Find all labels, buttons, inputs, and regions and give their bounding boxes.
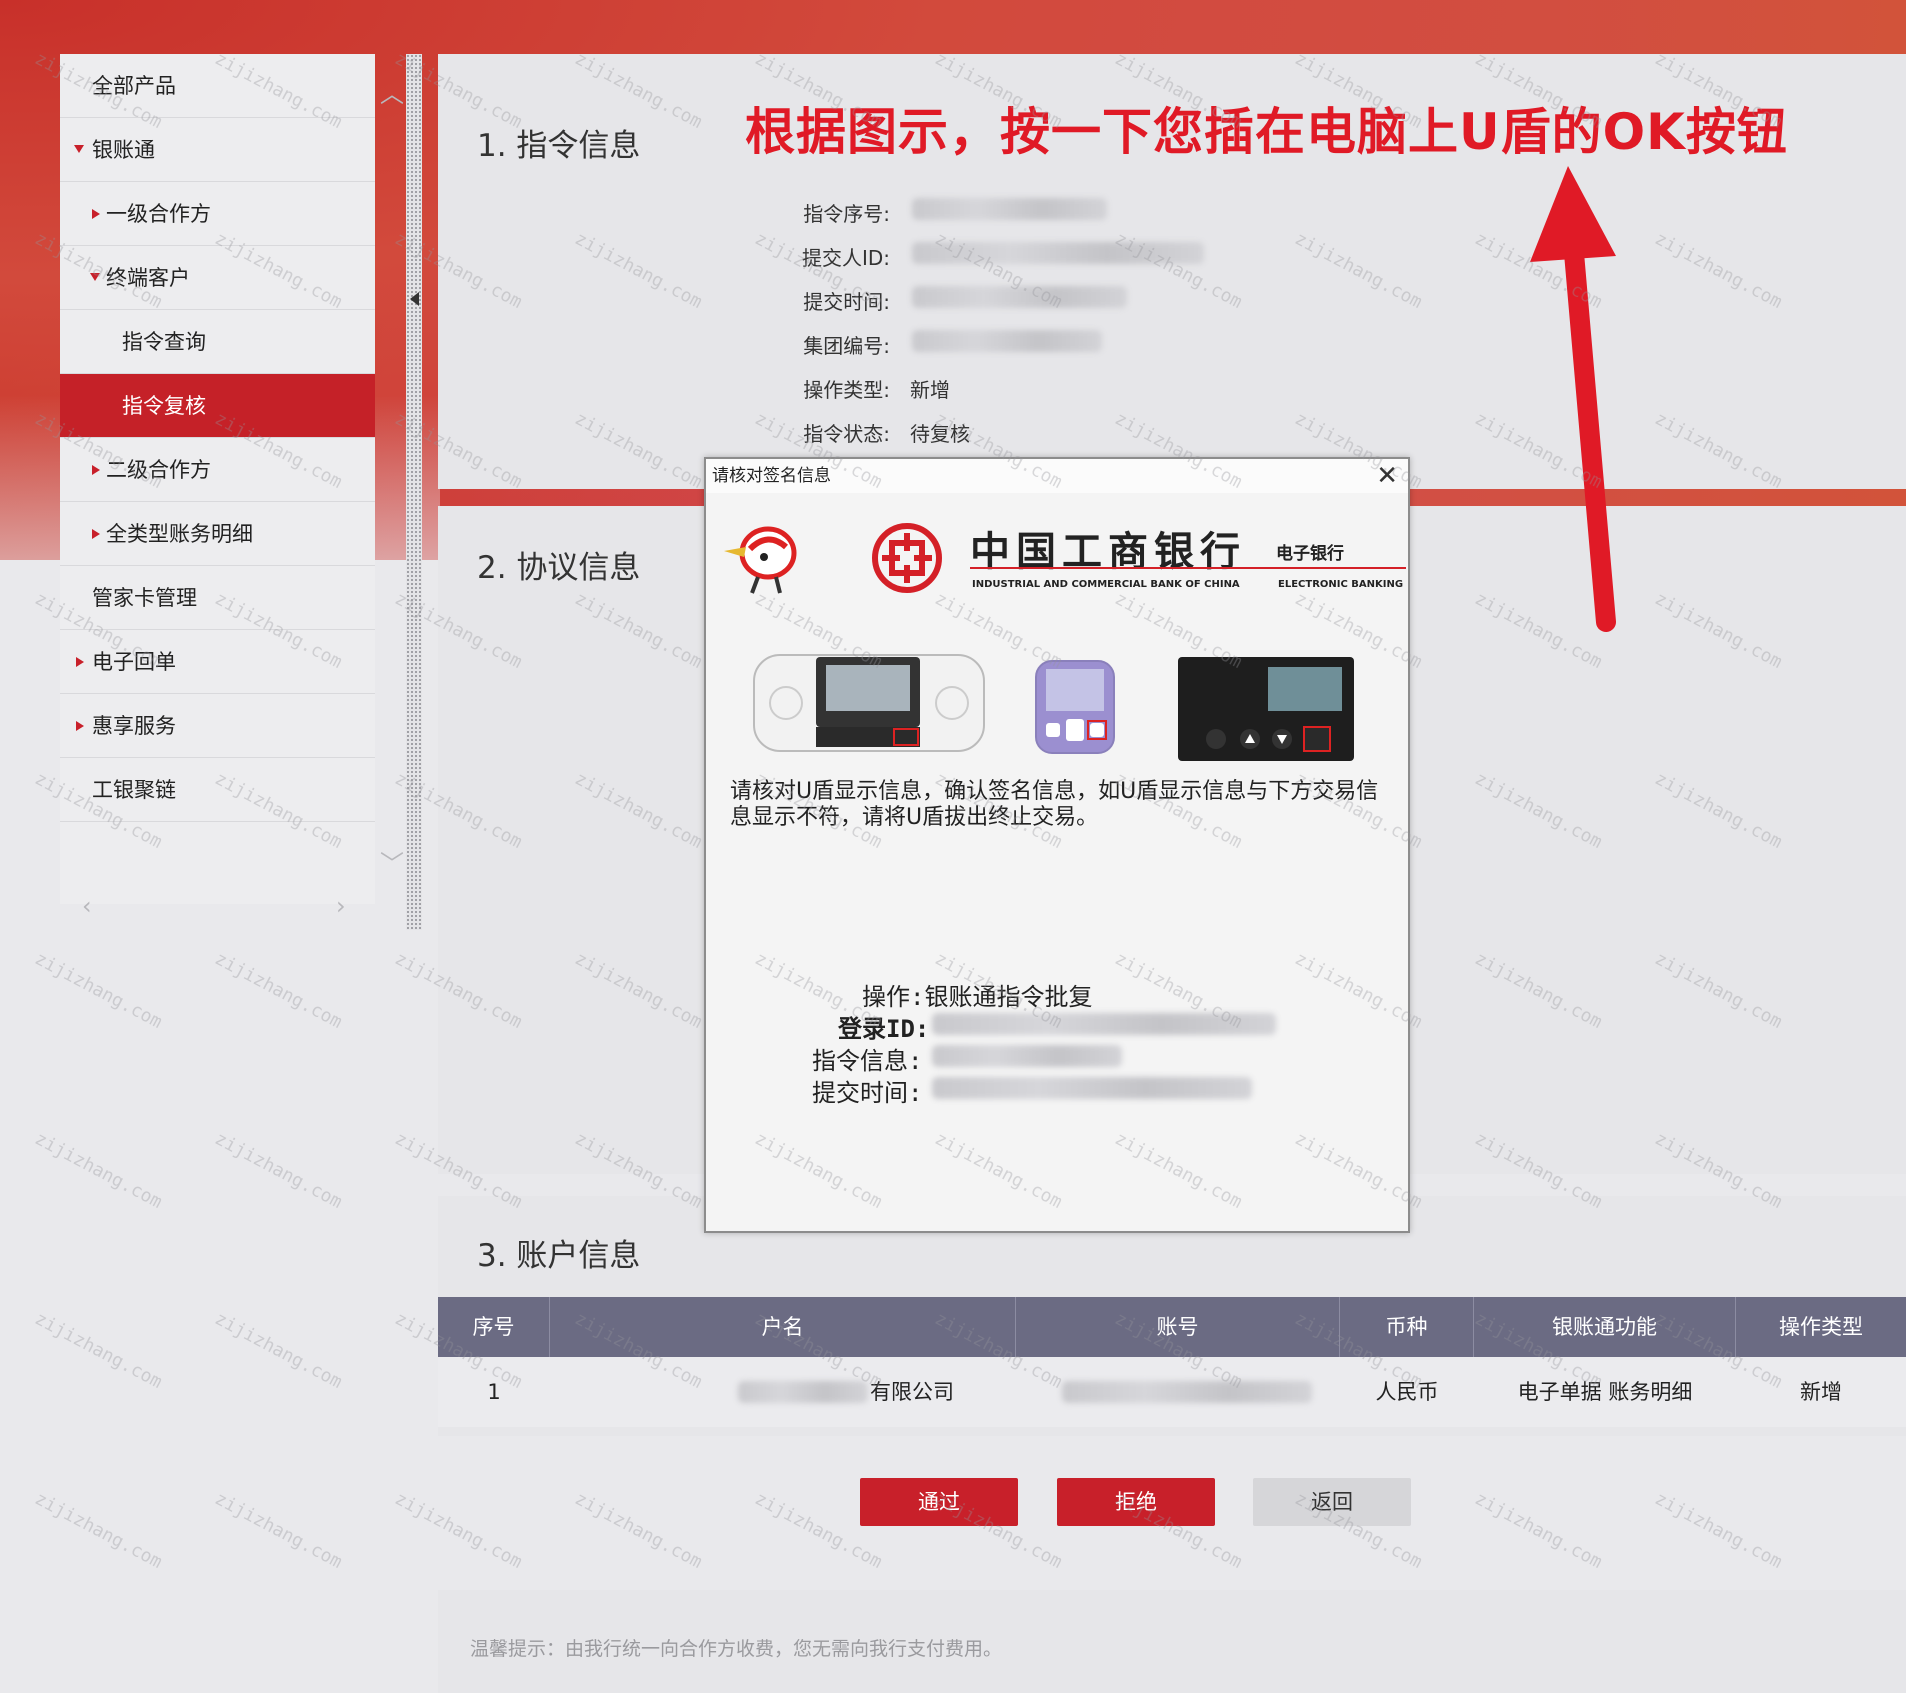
back-button[interactable]: 返回	[1253, 1478, 1411, 1526]
field-label: 指令序号:	[803, 202, 890, 226]
ebank-label: 电子银行	[1276, 544, 1344, 564]
bank-name-en: INDUSTRIAL AND COMMERCIAL BANK OF CHINA	[972, 579, 1240, 590]
mascot-icon	[724, 526, 797, 594]
sidebar-item-level1-partner[interactable]: 一级合作方	[60, 182, 375, 246]
chevron-right-icon	[92, 465, 100, 475]
sidebar-item-label: 管家卡管理	[92, 586, 197, 610]
column-header: 账号	[1016, 1297, 1340, 1357]
sidebar-item-label: 指令查询	[122, 330, 206, 354]
sidebar-item-icbc-chain[interactable]: 工银聚链	[60, 758, 375, 822]
column-header: 币种	[1340, 1297, 1474, 1357]
sidebar-item-label: 全类型账务明细	[106, 522, 253, 546]
section-title-agreement: 2. 协议信息	[477, 550, 641, 586]
instruction-info-label: 指令信息:	[812, 1047, 923, 1075]
dialog-message: 请核对U盾显示信息，确认签名信息，如U盾显示信息与下方交易信息显示不符，请将U盾…	[730, 779, 1379, 830]
blurred-value	[912, 286, 1127, 308]
field-label: 操作类型:	[803, 378, 890, 402]
blurred-value	[912, 198, 1107, 220]
blurred-value	[1062, 1381, 1312, 1403]
cell-currency: 人民币	[1375, 1380, 1439, 1404]
collapse-sidebar-icon[interactable]	[410, 292, 419, 306]
sidebar-item-label: 二级合作方	[106, 458, 211, 482]
field-label: 指令状态:	[803, 422, 890, 446]
operation-type-value: 新增	[910, 378, 950, 402]
section-title-account: 3. 账户信息	[477, 1238, 641, 1274]
sidebar-item-label: 终端客户	[106, 266, 190, 290]
blurred-value	[912, 242, 1204, 264]
column-header: 序号	[438, 1297, 550, 1357]
operation-line: 操作:银账通指令批复	[862, 983, 1093, 1011]
sidebar-item-instruction-review[interactable]: 指令复核	[60, 374, 375, 438]
sidebar-item-yinzhangtong[interactable]: 银账通	[60, 118, 375, 182]
sidebar-item-card-management[interactable]: 管家卡管理	[60, 566, 375, 630]
red-arrow-icon	[1530, 166, 1616, 632]
chevron-right-icon	[92, 209, 100, 219]
sidebar-splitter[interactable]	[406, 54, 422, 930]
sidebar-item-instruction-query[interactable]: 指令查询	[60, 310, 375, 374]
instruction-annotation: 根据图示，按一下您插在电脑上U盾的OK按钮	[745, 103, 1788, 161]
section-title-instruction: 1. 指令信息	[477, 128, 641, 164]
sidebar-item-all-statements[interactable]: 全类型账务明细	[60, 502, 375, 566]
cell-index: 1	[487, 1380, 501, 1404]
chevron-right-icon	[76, 657, 84, 667]
sidebar-item-label: 工银聚链	[92, 778, 176, 802]
sidebar-item-level2-partner[interactable]: 二级合作方	[60, 438, 375, 502]
chevron-down-icon	[74, 145, 84, 153]
sidebar-item-all-products[interactable]: 全部产品	[60, 54, 375, 118]
login-id-label: 登录ID:	[838, 1015, 930, 1043]
submit-time-label: 提交时间:	[812, 1079, 923, 1107]
field-label: 集团编号:	[803, 334, 890, 358]
scroll-up-icon[interactable]: ︿	[380, 74, 404, 109]
fee-tip: 温馨提示：由我行统一向合作方收费，您无需向我行支付费用。	[470, 1638, 1003, 1660]
icbc-logo-icon	[872, 523, 942, 593]
table-row: 1 有限公司 人民币 电子单据 账务明细 新增	[438, 1357, 1906, 1427]
cell-op-type: 新增	[1800, 1380, 1842, 1404]
sidebar-item-label: 指令复核	[122, 394, 206, 418]
scroll-down-icon[interactable]: ﹀	[380, 844, 404, 879]
ushield-device-2-icon	[1035, 660, 1115, 754]
blurred-value	[738, 1381, 868, 1403]
sidebar-item-benefit-service[interactable]: 惠享服务	[60, 694, 375, 758]
field-label: 提交人ID:	[801, 246, 890, 270]
sidebar: 全部产品 银账通 一级合作方 终端客户 指令查询 指令复核 二级合作方 全类型账…	[60, 54, 404, 920]
ebank-en: ELECTRONIC BANKING	[1278, 579, 1404, 590]
approve-button[interactable]: 通过	[860, 1478, 1018, 1526]
column-header: 操作类型	[1779, 1315, 1863, 1339]
sidebar-item-label: 惠享服务	[92, 714, 176, 738]
ushield-device-1-icon	[753, 654, 985, 752]
close-icon[interactable]: ✕	[1376, 461, 1398, 491]
dialog-title: 请核对签名信息	[712, 466, 831, 486]
column-header: 银账通功能	[1474, 1297, 1736, 1357]
chevron-right-icon	[92, 529, 100, 539]
cell-function: 电子单据 账务明细	[1517, 1380, 1693, 1404]
blurred-value	[932, 1077, 1252, 1099]
ushield-device-3-icon	[1178, 657, 1354, 761]
reject-button[interactable]: 拒绝	[1057, 1478, 1215, 1526]
divider	[970, 567, 1406, 569]
sidebar-item-label: 电子回单	[92, 650, 176, 674]
sidebar-item-e-receipt[interactable]: 电子回单	[60, 630, 375, 694]
chevron-down-icon	[90, 273, 100, 281]
instruction-status-value: 待复核	[910, 422, 970, 446]
sidebar-item-terminal-customer[interactable]: 终端客户	[60, 246, 375, 310]
field-label: 提交时间:	[803, 290, 890, 314]
dialog-title-bar: 请核对签名信息 ✕	[706, 459, 1408, 493]
cell-account-name: 有限公司	[870, 1380, 954, 1404]
signature-dialog: 请核对签名信息 ✕ 中国工商银行 电子银行 INDUSTRIAL AND COM…	[704, 457, 1410, 1233]
scroll-left-icon[interactable]: ‹	[82, 892, 92, 920]
chevron-right-icon	[76, 721, 84, 731]
blurred-value	[912, 330, 1102, 352]
sidebar-item-label: 一级合作方	[106, 202, 211, 226]
table-header: 序号 户名 账号 币种 银账通功能 操作类型	[438, 1297, 1906, 1357]
scroll-right-icon[interactable]: ›	[336, 892, 346, 920]
blurred-value	[932, 1013, 1276, 1035]
blurred-value	[932, 1045, 1122, 1067]
sidebar-item-label: 全部产品	[92, 74, 176, 98]
column-header: 户名	[550, 1297, 1016, 1357]
sidebar-item-label: 银账通	[92, 138, 155, 162]
